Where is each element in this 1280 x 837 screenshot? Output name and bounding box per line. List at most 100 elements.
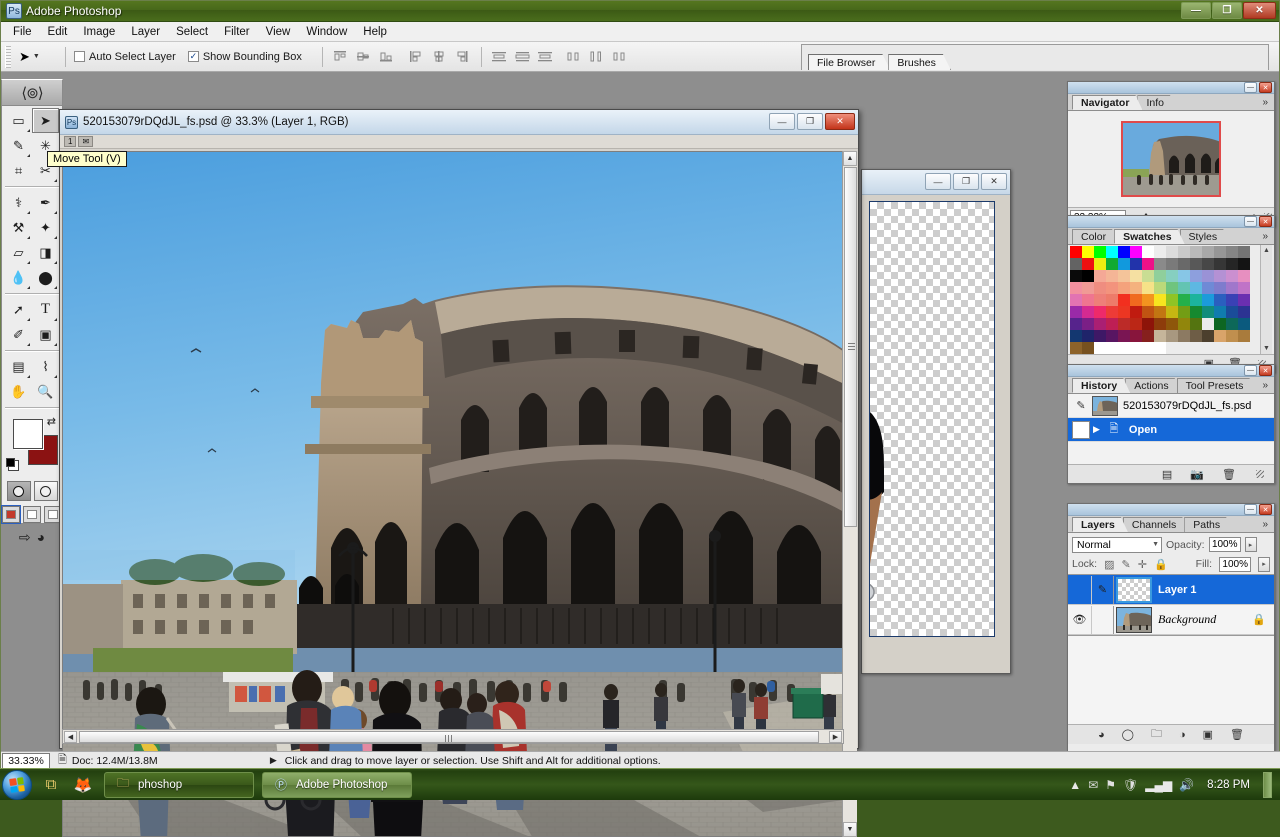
color-swatch[interactable]: [1106, 270, 1118, 282]
color-swatch[interactable]: [1118, 246, 1130, 258]
restore-button[interactable]: ❐: [1212, 2, 1242, 19]
resize-grip-icon[interactable]: [1256, 470, 1264, 478]
color-swatch[interactable]: [1130, 306, 1142, 318]
color-swatch[interactable]: [1094, 342, 1106, 354]
layer-mask-icon[interactable]: ◯: [1122, 728, 1134, 741]
volume-icon[interactable]: 🔊: [1179, 778, 1194, 792]
type-tool[interactable]: T: [32, 297, 59, 322]
tab-channels[interactable]: Channels: [1123, 517, 1189, 532]
show-desktop-button[interactable]: [1263, 772, 1272, 798]
fill-field[interactable]: 100%: [1219, 557, 1251, 572]
color-swatch[interactable]: [1154, 318, 1166, 330]
color-swatch[interactable]: [1238, 258, 1250, 270]
email-icon[interactable]: ✉: [1088, 778, 1098, 792]
color-swatch[interactable]: [1178, 294, 1190, 306]
swatches-grid[interactable]: [1068, 245, 1260, 354]
dodge-tool[interactable]: ⬤: [32, 265, 59, 290]
color-swatch[interactable]: [1154, 330, 1166, 342]
palette-well-tab-file-browser[interactable]: File Browser: [808, 54, 890, 70]
standard-screen-mode-button[interactable]: [2, 506, 20, 523]
color-swatch[interactable]: [1070, 246, 1082, 258]
swatch-scroll-down-icon[interactable]: ▼: [1263, 345, 1270, 352]
color-swatch[interactable]: [1106, 294, 1118, 306]
color-swatch[interactable]: [1214, 318, 1226, 330]
auto-select-layer-checkbox[interactable]: [74, 51, 85, 62]
menu-edit[interactable]: Edit: [40, 24, 76, 40]
new-layer-icon[interactable]: ▣: [1203, 728, 1213, 741]
color-swatch[interactable]: [1082, 330, 1094, 342]
menu-view[interactable]: View: [258, 24, 299, 40]
color-swatch[interactable]: [1070, 306, 1082, 318]
distribute-bottom-edges-icon[interactable]: [536, 48, 556, 66]
color-swatch[interactable]: [1154, 282, 1166, 294]
delete-layer-icon[interactable]: 🗑: [1230, 728, 1244, 741]
color-swatch[interactable]: [1202, 294, 1214, 306]
color-swatch[interactable]: [1142, 282, 1154, 294]
color-swatch[interactable]: [1094, 282, 1106, 294]
navigator-thumbnail[interactable]: [1121, 121, 1221, 197]
tab-layers[interactable]: Layers: [1072, 517, 1128, 532]
delete-state-icon[interactable]: 🗑: [1222, 468, 1236, 481]
menu-help[interactable]: Help: [355, 24, 395, 40]
menu-filter[interactable]: Filter: [216, 24, 258, 40]
menu-layer[interactable]: Layer: [123, 24, 168, 40]
rectangular-marquee-tool[interactable]: ▭: [5, 108, 32, 133]
color-swatch[interactable]: [1106, 258, 1118, 270]
color-swatch[interactable]: [1178, 306, 1190, 318]
color-swatch[interactable]: [1214, 294, 1226, 306]
navigator-menu-icon[interactable]: »: [1262, 97, 1268, 108]
layer-link-toggle[interactable]: [1091, 606, 1114, 634]
color-swatch[interactable]: [1094, 246, 1106, 258]
taskbar-button-adobe-photoshop[interactable]: Ⓟ Adobe Photoshop: [262, 772, 412, 798]
color-swatch[interactable]: [1082, 306, 1094, 318]
color-swatch[interactable]: [1202, 318, 1214, 330]
color-swatch[interactable]: [1226, 258, 1238, 270]
doc2-minimize-button[interactable]: —: [925, 173, 951, 190]
scroll-up-arrow-icon[interactable]: ▲: [843, 151, 857, 166]
show-hidden-icons-arrow[interactable]: ▲: [1069, 778, 1081, 792]
color-swatch[interactable]: [1118, 282, 1130, 294]
tool-preset-picker[interactable]: ➤ ▼: [17, 45, 57, 69]
color-swatch[interactable]: [1190, 270, 1202, 282]
document-window-1[interactable]: Ps 520153079rDQdJL_fs.psd @ 33.3% (Layer…: [59, 109, 859, 749]
color-swatch[interactable]: [1082, 318, 1094, 330]
network-icon[interactable]: ▂▄▆: [1145, 778, 1172, 792]
status-menu-arrow-icon[interactable]: ▶: [270, 755, 277, 766]
start-button[interactable]: [2, 770, 32, 800]
color-swatch[interactable]: [1214, 330, 1226, 342]
show-bounding-box-checkbox[interactable]: ✓: [188, 51, 199, 62]
color-swatch[interactable]: [1082, 294, 1094, 306]
color-swatch[interactable]: [1166, 258, 1178, 270]
distribute-right-edges-icon[interactable]: [610, 48, 630, 66]
align-bottom-edges-icon[interactable]: [377, 48, 397, 66]
color-swatch[interactable]: [1094, 306, 1106, 318]
pen-tool[interactable]: ✐: [5, 322, 32, 347]
move-tool[interactable]: ➤: [32, 108, 59, 133]
lock-position-icon[interactable]: ✛: [1138, 558, 1147, 571]
color-swatch[interactable]: [1154, 294, 1166, 306]
color-swatch[interactable]: [1178, 282, 1190, 294]
show-bounding-box-option[interactable]: ✓ Show Bounding Box: [188, 51, 302, 63]
color-swatch[interactable]: [1130, 258, 1142, 270]
color-swatch[interactable]: [1154, 258, 1166, 270]
history-brush-source-icon[interactable]: ✎: [1070, 396, 1092, 416]
menu-image[interactable]: Image: [75, 24, 123, 40]
color-swatch[interactable]: [1094, 318, 1106, 330]
menu-file[interactable]: File: [5, 24, 40, 40]
toolbox-header[interactable]: ⟨⊚⟩: [2, 80, 62, 106]
menu-window[interactable]: Window: [298, 24, 355, 40]
color-swatch[interactable]: [1094, 258, 1106, 270]
scroll-right-arrow-icon[interactable]: ▶: [829, 731, 842, 743]
distribute-horizontal-centers-icon[interactable]: [587, 48, 607, 66]
color-swatch[interactable]: [1178, 318, 1190, 330]
layer-row-background[interactable]: 👁 Background 🔒: [1068, 605, 1274, 635]
brush-tool[interactable]: ✒: [32, 190, 59, 215]
color-swatch[interactable]: [1070, 330, 1082, 342]
align-horizontal-centers-icon[interactable]: [430, 48, 450, 66]
history-menu-icon[interactable]: »: [1262, 380, 1268, 391]
flag-action-center-icon[interactable]: ⚑: [1105, 778, 1116, 792]
eyedropper-tool[interactable]: ⌇: [32, 354, 59, 379]
document-window-2[interactable]: — ❐ ✕: [861, 169, 1011, 674]
color-swatch[interactable]: [1118, 258, 1130, 270]
color-swatch[interactable]: [1070, 294, 1082, 306]
